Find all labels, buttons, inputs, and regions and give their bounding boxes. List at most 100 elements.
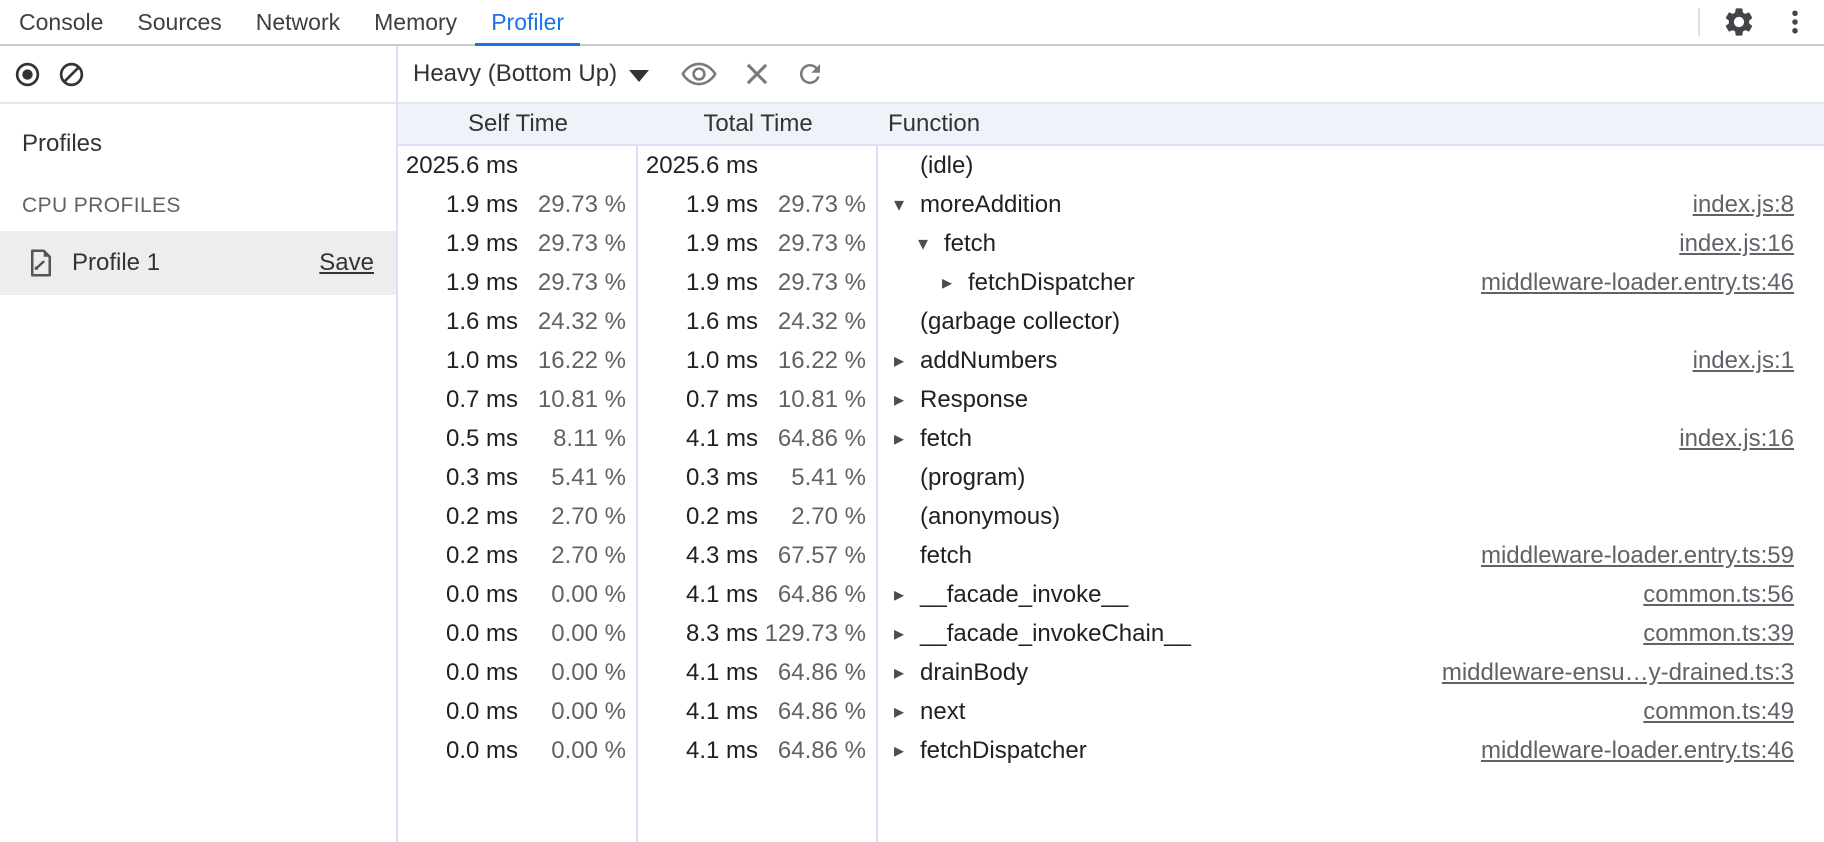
kebab-menu-icon[interactable] bbox=[1780, 7, 1810, 37]
function-name: __facade_invokeChain__ bbox=[920, 620, 1191, 648]
save-profile-link[interactable]: Save bbox=[319, 249, 374, 277]
total-time-cell: 1.6 ms 24.32 % bbox=[638, 308, 878, 336]
self-time-cell: 0.0 ms 0.00 % bbox=[398, 659, 638, 687]
view-mode-select[interactable]: Heavy (Bottom Up) bbox=[413, 60, 649, 88]
total-time-pct: 67.57 % bbox=[758, 542, 878, 570]
table-row[interactable]: 1.6 ms 24.32 % 1.6 ms 24.32 % (garbage c… bbox=[398, 302, 1824, 341]
function-cell: ▸ fetch index.js:16 bbox=[878, 425, 1824, 453]
function-cell: (program) bbox=[878, 464, 1824, 492]
table-row[interactable]: 0.2 ms 2.70 % 4.3 ms 67.57 % fetch middl… bbox=[398, 536, 1824, 575]
total-time-pct: 29.73 % bbox=[758, 230, 878, 258]
tree-arrow-icon[interactable]: ▸ bbox=[894, 585, 920, 605]
tab-console[interactable]: Console bbox=[3, 0, 119, 44]
header-total-time[interactable]: Total Time bbox=[638, 104, 878, 144]
settings-gear-icon[interactable] bbox=[1722, 5, 1756, 39]
tree-arrow-icon[interactable]: ▸ bbox=[894, 351, 920, 371]
tab-profiler[interactable]: Profiler bbox=[475, 0, 580, 44]
table-row[interactable]: 0.0 ms 0.00 % 8.3 ms 129.73 % ▸ __facade… bbox=[398, 614, 1824, 653]
total-time-pct: 5.41 % bbox=[758, 464, 878, 492]
source-link[interactable]: common.ts:49 bbox=[1623, 698, 1794, 726]
function-cell: ▸ __facade_invoke__ common.ts:56 bbox=[878, 581, 1824, 609]
self-time-ms: 1.9 ms bbox=[398, 191, 518, 219]
table-row[interactable]: 1.9 ms 29.73 % 1.9 ms 29.73 % ▾ fetch in… bbox=[398, 224, 1824, 263]
self-time-ms: 1.9 ms bbox=[398, 269, 518, 297]
source-link[interactable]: index.js:16 bbox=[1659, 230, 1794, 258]
source-link[interactable]: middleware-ensu…y-drained.ts:3 bbox=[1422, 659, 1794, 687]
table-row[interactable]: 0.0 ms 0.00 % 4.1 ms 64.86 % ▸ next comm… bbox=[398, 692, 1824, 731]
table-row[interactable]: 0.0 ms 0.00 % 4.1 ms 64.86 % ▸ drainBody… bbox=[398, 653, 1824, 692]
tree-arrow-icon[interactable]: ▸ bbox=[894, 663, 920, 683]
profile-list-item[interactable]: Profile 1 Save bbox=[0, 231, 396, 295]
table-row[interactable]: 1.0 ms 16.22 % 1.0 ms 16.22 % ▸ addNumbe… bbox=[398, 341, 1824, 380]
function-cell: ▸ __facade_invokeChain__ common.ts:39 bbox=[878, 620, 1824, 648]
self-time-cell: 1.9 ms 29.73 % bbox=[398, 230, 638, 258]
total-time-pct: 10.81 % bbox=[758, 386, 878, 414]
tab-memory[interactable]: Memory bbox=[358, 0, 473, 44]
source-link[interactable]: common.ts:39 bbox=[1623, 620, 1794, 648]
tab-sources[interactable]: Sources bbox=[121, 0, 237, 44]
table-row[interactable]: 0.3 ms 5.41 % 0.3 ms 5.41 % (program) bbox=[398, 458, 1824, 497]
table-row[interactable]: 1.9 ms 29.73 % 1.9 ms 29.73 % ▸ fetchDis… bbox=[398, 263, 1824, 302]
tree-arrow-icon[interactable]: ▸ bbox=[894, 741, 920, 761]
source-link[interactable]: middleware-loader.entry.ts:46 bbox=[1461, 269, 1794, 297]
tree-arrow-icon[interactable]: ▸ bbox=[894, 702, 920, 722]
total-time-ms: 4.1 ms bbox=[638, 737, 758, 765]
cpu-profiles-section-label: CPU PROFILES bbox=[0, 194, 396, 218]
function-cell: ▸ Response bbox=[878, 386, 1824, 414]
source-link[interactable]: index.js:16 bbox=[1659, 425, 1794, 453]
tree-arrow-icon[interactable]: ▸ bbox=[894, 429, 920, 449]
total-time-cell: 1.9 ms 29.73 % bbox=[638, 191, 878, 219]
total-time-pct: 64.86 % bbox=[758, 737, 878, 765]
total-time-ms: 4.1 ms bbox=[638, 581, 758, 609]
source-link[interactable]: index.js:8 bbox=[1673, 191, 1794, 219]
function-name: fetchDispatcher bbox=[968, 269, 1135, 297]
source-link[interactable]: middleware-loader.entry.ts:59 bbox=[1461, 542, 1794, 570]
restore-refresh-icon[interactable] bbox=[795, 59, 825, 89]
table-row[interactable]: 0.2 ms 2.70 % 0.2 ms 2.70 % (anonymous) bbox=[398, 497, 1824, 536]
table-row[interactable]: 2025.6 ms 2025.6 ms (idle) bbox=[398, 146, 1824, 185]
panel-tabbar: Console Sources Network Memory Profiler bbox=[0, 0, 1824, 46]
header-self-time[interactable]: Self Time bbox=[398, 104, 638, 144]
tab-network[interactable]: Network bbox=[240, 0, 356, 44]
self-time-ms: 0.2 ms bbox=[398, 503, 518, 531]
tree-arrow-icon[interactable]: ▸ bbox=[894, 624, 920, 644]
table-row[interactable]: 0.0 ms 0.00 % 4.1 ms 64.86 % ▸ fetchDisp… bbox=[398, 731, 1824, 770]
source-link[interactable]: index.js:1 bbox=[1673, 347, 1794, 375]
tab-label: Memory bbox=[374, 9, 457, 36]
clear-icon[interactable] bbox=[58, 61, 85, 88]
sidebar-title: Profiles bbox=[0, 130, 396, 158]
function-name: addNumbers bbox=[920, 347, 1057, 375]
record-icon[interactable] bbox=[14, 61, 41, 88]
self-time-cell: 1.9 ms 29.73 % bbox=[398, 269, 638, 297]
total-time-cell: 8.3 ms 129.73 % bbox=[638, 620, 878, 648]
header-function[interactable]: Function bbox=[878, 104, 1824, 144]
devtools-window: Console Sources Network Memory Profiler bbox=[0, 0, 1824, 842]
grid-header: Self Time Total Time Function bbox=[398, 104, 1824, 146]
self-time-pct: 0.00 % bbox=[518, 698, 638, 726]
tree-arrow-icon[interactable]: ▾ bbox=[894, 195, 920, 215]
total-time-ms: 1.0 ms bbox=[638, 347, 758, 375]
self-time-cell: 1.0 ms 16.22 % bbox=[398, 347, 638, 375]
source-link[interactable]: common.ts:56 bbox=[1623, 581, 1794, 609]
tree-arrow-icon[interactable]: ▸ bbox=[894, 390, 920, 410]
focus-eye-icon[interactable] bbox=[681, 62, 717, 86]
tree-arrow-icon[interactable]: ▾ bbox=[918, 234, 944, 254]
total-time-cell: 0.3 ms 5.41 % bbox=[638, 464, 878, 492]
table-row[interactable]: 0.0 ms 0.00 % 4.1 ms 64.86 % ▸ __facade_… bbox=[398, 575, 1824, 614]
function-cell: (anonymous) bbox=[878, 503, 1824, 531]
total-time-ms: 8.3 ms bbox=[638, 620, 758, 648]
source-link[interactable]: middleware-loader.entry.ts:46 bbox=[1461, 737, 1794, 765]
total-time-ms: 4.3 ms bbox=[638, 542, 758, 570]
table-row[interactable]: 1.9 ms 29.73 % 1.9 ms 29.73 % ▾ moreAddi… bbox=[398, 185, 1824, 224]
profiler-toolbar-left bbox=[0, 46, 396, 104]
table-row[interactable]: 0.5 ms 8.11 % 4.1 ms 64.86 % ▸ fetch ind… bbox=[398, 419, 1824, 458]
exclude-x-icon[interactable] bbox=[743, 60, 771, 88]
self-time-cell: 1.6 ms 24.32 % bbox=[398, 308, 638, 336]
self-time-cell: 2025.6 ms bbox=[398, 152, 638, 180]
self-time-ms: 0.3 ms bbox=[398, 464, 518, 492]
total-time-pct: 2.70 % bbox=[758, 503, 878, 531]
table-row[interactable]: 0.7 ms 10.81 % 0.7 ms 10.81 % ▸ Response bbox=[398, 380, 1824, 419]
self-time-pct: 29.73 % bbox=[518, 269, 638, 297]
function-cell: ▾ fetch index.js:16 bbox=[878, 230, 1824, 258]
tree-arrow-icon[interactable]: ▸ bbox=[942, 273, 968, 293]
